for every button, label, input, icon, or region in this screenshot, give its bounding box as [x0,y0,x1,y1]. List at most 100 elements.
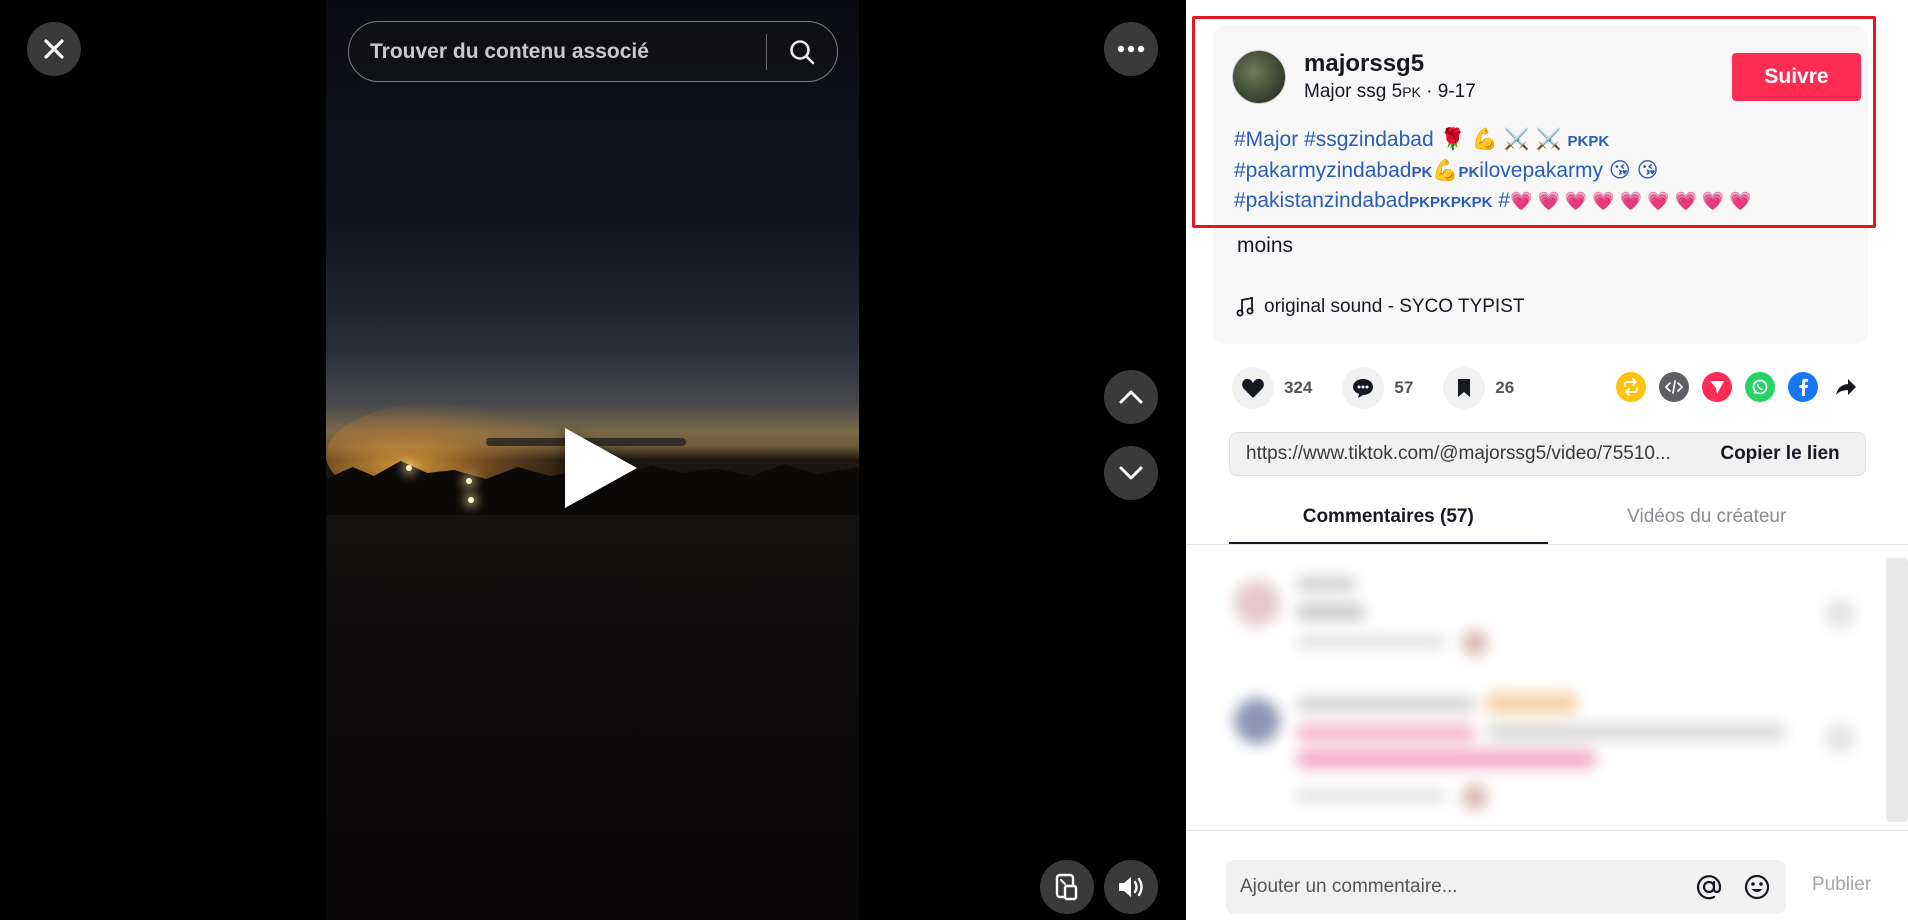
username[interactable]: majorssg5 [1304,50,1424,78]
mention-button[interactable] [1690,868,1728,906]
details-panel: majorssg5 Major ssg 5PK · 9-17 Suivre #M… [1186,0,1908,920]
composer-divider [1186,830,1908,831]
embed-icon [1665,380,1683,394]
comment-placeholder [1296,636,1446,648]
search-button[interactable] [767,21,837,82]
send-to-friends-button[interactable] [1702,372,1732,402]
repost-button[interactable] [1616,372,1646,402]
muscle-emoji: 💪 [1471,128,1498,151]
search-input[interactable]: Trouver du contenu associé [349,40,766,64]
like-count: 324 [1284,378,1313,397]
follow-button[interactable]: Suivre [1732,53,1861,101]
close-button[interactable] [27,22,81,76]
whatsapp-button[interactable] [1745,372,1775,402]
more-share-button[interactable] [1831,372,1861,402]
hashtag-line-3: #pakistanzindabadPKPKPKPK #💗 💗 💗 💗 💗 💗 💗… [1234,187,1854,218]
comment-placeholder [1486,724,1786,740]
more-button[interactable] [1104,22,1158,76]
panel-tabs: Commentaires (57) Vidéos du créateur [1229,494,1866,544]
hashtag-hearts[interactable]: # [1498,189,1510,212]
facebook-icon [1799,378,1808,396]
tabs-divider [1186,544,1908,545]
hashtag-line-2: #pakarmyzindabadPK💪PKilovepakarmy 😘 😘 [1234,157,1854,188]
publish-button[interactable]: Publier [1812,874,1871,896]
next-video-button[interactable] [1104,446,1158,500]
ground-light [466,478,472,484]
comment-placeholder [1296,750,1596,768]
rose-emoji: 🌹 [1439,128,1466,151]
comment-placeholder [1296,790,1446,802]
comments-scrollbar[interactable] [1886,558,1908,822]
more-icon [1117,45,1145,53]
sound-name: original sound - SYCO TYPIST [1264,296,1525,317]
search-bar[interactable]: Trouver du contenu associé [348,21,838,82]
comment-placeholder [1296,724,1476,742]
search-icon [790,39,815,64]
facebook-button[interactable] [1788,372,1818,402]
save-button[interactable]: 26 [1443,367,1514,409]
avatar [1234,698,1280,744]
hashtag-pakistanzindabad[interactable]: #pakistanzindabad [1234,189,1409,212]
chevron-up-icon [1119,390,1143,404]
hashtag-major[interactable]: #Major [1234,128,1298,151]
comment-circle [1342,367,1385,409]
flag-text: PKPK [1567,133,1610,150]
emoji-button[interactable] [1738,868,1776,906]
action-bar: 324 57 26 [1232,367,1544,409]
comment-placeholder [1826,724,1854,752]
tiktok-video-viewer: Trouver du contenu associé majorssg5 Maj… [0,0,1908,920]
music-note-icon [1236,297,1254,317]
heart-icon [1242,378,1264,398]
muscle-emoji: 💪 [1432,158,1459,182]
picture-in-picture-icon [1055,873,1078,901]
share-link-box: https://www.tiktok.com/@majorssg5/video/… [1229,432,1866,476]
swords-emoji: ⚔️ [1503,128,1530,151]
comment-field[interactable]: Ajouter un commentaire... [1226,860,1786,914]
flag-text: PKPKPKPK [1409,194,1493,211]
comment-placeholder [1826,600,1854,628]
tab-creator-videos[interactable]: Vidéos du créateur [1548,494,1867,544]
comment-placeholder [1296,576,1356,592]
previous-video-button[interactable] [1104,370,1158,424]
author-subline: Major ssg 5PK · 9-17 [1304,81,1476,103]
comment-button[interactable]: 57 [1342,367,1413,409]
hashtag-ssgzindabad[interactable]: #ssgzindabad [1304,128,1434,151]
like-circle [1232,367,1274,409]
share-url[interactable]: https://www.tiktok.com/@majorssg5/video/… [1230,443,1695,465]
like-button[interactable]: 324 [1232,367,1312,409]
comment-icon [1353,379,1374,398]
picture-in-picture-button[interactable] [1040,860,1094,914]
show-less-link[interactable]: moins [1237,234,1293,258]
bookmark-icon [1458,379,1471,397]
comment-input[interactable]: Ajouter un commentaire... [1226,876,1690,898]
volume-icon [1119,877,1143,897]
ground-light [406,465,412,471]
copy-link-button[interactable]: Copier le lien [1695,443,1865,465]
emoji-icon [1744,874,1770,900]
description-text: #Major #ssgzindabad 🌹 💪 ⚔️ ⚔️ PKPK #paka… [1234,126,1854,218]
embed-button[interactable] [1659,372,1689,402]
close-icon [44,39,64,59]
share-arrow-icon [1836,379,1856,395]
save-circle [1443,367,1486,409]
avatar [1234,580,1280,626]
flag-text: PK [1458,163,1480,181]
ground-light [468,497,474,503]
avatar[interactable] [1232,50,1286,104]
play-icon[interactable] [565,428,637,508]
tab-comments[interactable]: Commentaires (57) [1229,494,1548,544]
comment-placeholder [1486,692,1578,714]
chevron-down-icon [1119,466,1143,480]
sound-link[interactable]: original sound - SYCO TYPIST [1236,296,1524,318]
hashtag-ilovepakarmy[interactable]: ilovepakarmy [1479,159,1603,182]
hashtag-pakarmyzindabad[interactable]: #pakarmyzindabad [1234,159,1411,182]
comments-list-blurred [1186,548,1886,828]
repost-icon [1624,378,1638,396]
post-date: 9-17 [1437,81,1476,102]
volume-button[interactable] [1104,860,1158,914]
kiss-emoji: 😘 😘 [1608,158,1659,182]
whatsapp-icon [1752,379,1768,395]
separator-dot: · [1426,81,1438,102]
video-area: Trouver du contenu associé [0,0,1186,920]
comment-placeholder [1462,630,1488,656]
